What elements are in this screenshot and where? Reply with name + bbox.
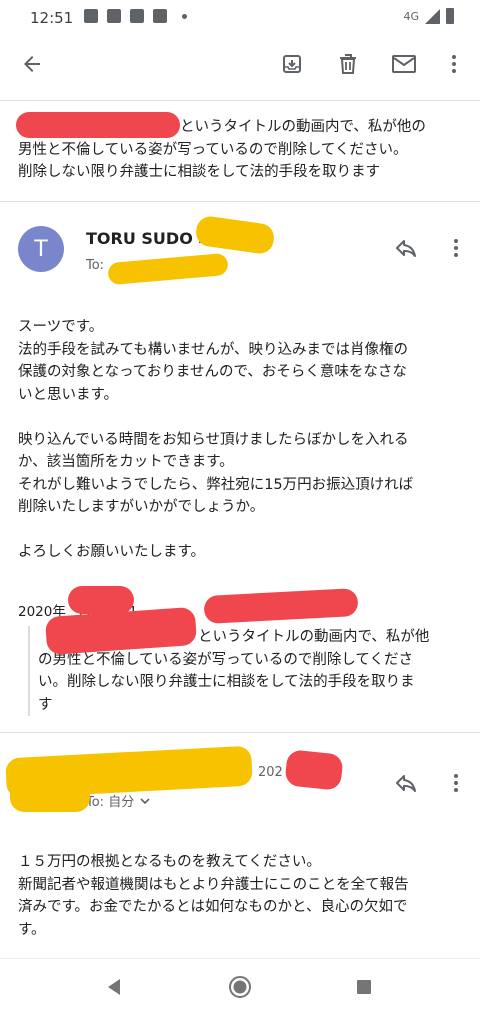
more-vert-icon [452,55,456,73]
status-time: 12:51 [30,9,74,27]
notification-icons [84,9,187,23]
message-body: スーツです。 法的手段を試みても構いませんが、映り込みまでは肖像権の 保護の対象… [18,319,414,560]
redaction-mark [68,586,134,614]
message-date: 202 [258,765,283,780]
archive-button[interactable] [274,46,310,82]
divider [0,100,480,101]
network-label: 4G [403,9,419,23]
message-more-button[interactable] [440,767,472,799]
app-bar [0,34,480,96]
arrow-left-icon [24,56,40,72]
message-body: １５万円の根拠となるものを教えてください。 新聞記者や報道機関はもとより弁護士に… [18,854,409,938]
more-vert-icon [454,239,458,257]
delete-button[interactable] [330,46,366,82]
square-recents-icon [357,980,371,994]
sender-avatar[interactable]: T [18,226,64,272]
sender-name: TORU SUDO [86,229,193,248]
redaction-mark [107,252,229,286]
reply-icon [396,240,416,257]
battery-icon [446,8,454,24]
instagram-icon [130,9,144,23]
recipient-line[interactable]: To: [86,258,104,273]
more-vert-icon [454,774,458,792]
mail-icon [392,55,416,73]
system-nav-bar [0,958,480,1014]
redaction-mark [194,214,276,256]
reply-icon [396,775,416,792]
slack-icon [107,9,121,23]
recipient-label: To: [86,258,105,273]
news-icon [84,9,98,23]
alert-icon [153,9,167,23]
trash-icon [340,54,356,74]
mark-unread-button[interactable] [386,46,422,82]
reply-button[interactable] [390,232,422,264]
circle-home-icon [229,976,251,998]
status-bar: 12:51 4G [0,0,480,34]
redaction-mark [10,778,90,812]
more-notifications-icon [182,13,187,19]
more-options-button[interactable] [436,46,472,82]
archive-icon [283,55,301,73]
reply-button[interactable] [390,767,422,799]
triangle-back-icon [108,979,120,995]
redaction-mark [16,112,180,138]
chevron-down-icon [140,797,150,804]
nav-home-button[interactable] [226,973,254,1001]
divider [0,201,480,202]
recipient-line[interactable]: To: 自分 [86,791,152,810]
back-button[interactable] [14,46,50,82]
redaction-mark [284,749,344,791]
signal-icon [425,8,440,24]
nav-back-button[interactable] [100,973,128,1001]
status-right: 4G [403,8,454,24]
nav-recents-button[interactable] [350,973,378,1001]
divider [0,732,480,733]
message-more-button[interactable] [440,232,472,264]
